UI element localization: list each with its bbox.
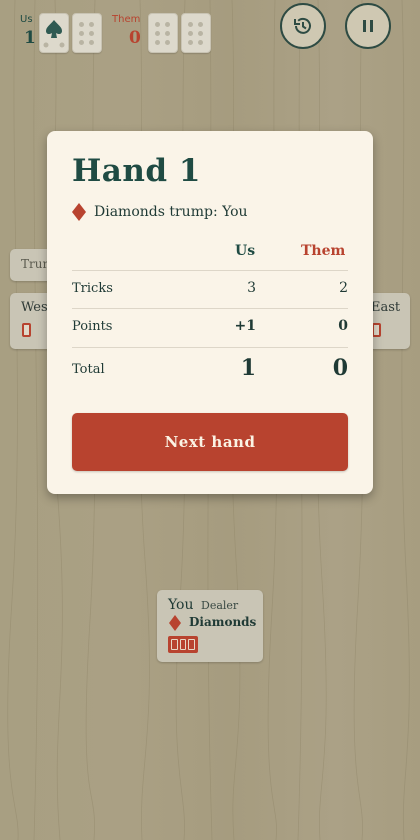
divider: [72, 308, 348, 309]
next-hand-button[interactable]: Next hand: [72, 413, 348, 471]
you-trump-suit: Diamonds: [189, 615, 257, 629]
column-header-us: Us: [235, 243, 256, 259]
total-them: 0: [332, 355, 348, 381]
hand-cards-icon: [168, 636, 198, 653]
history-button[interactable]: [280, 3, 326, 49]
dealer-badge: Dealer: [201, 599, 239, 612]
east-card-icon: [372, 323, 381, 337]
dialog-title: Hand 1: [72, 153, 201, 189]
points-them: 0: [338, 318, 348, 334]
you-seat-label: You: [168, 597, 194, 613]
them-trick-card-2: [181, 13, 211, 53]
us-score-value: 1: [24, 28, 36, 48]
tricks-them: 2: [339, 280, 348, 296]
west-card-icon: [22, 323, 31, 337]
diamond-icon: [72, 203, 86, 221]
trump-info: Diamonds trump: You: [72, 203, 248, 221]
pause-icon: [363, 20, 373, 32]
hand-summary-dialog: Hand 1 Diamonds trump: You Us Them Trick…: [47, 131, 373, 494]
us-trick-card-back: [72, 13, 102, 53]
tricks-us: 3: [247, 280, 256, 296]
them-score-value: 0: [129, 28, 141, 48]
column-header-them: Them: [301, 243, 346, 259]
divider: [72, 347, 348, 348]
us-trick-card: [39, 13, 69, 53]
total-us: 1: [240, 355, 256, 381]
them-trick-card: [148, 13, 178, 53]
them-score-label: Them: [112, 14, 141, 25]
row-label-total: Total: [72, 362, 105, 377]
trump-text: Diamonds trump: You: [94, 204, 248, 220]
points-us: +1: [234, 318, 256, 334]
us-score-label: Us: [20, 14, 33, 25]
you-seat: You Dealer Diamonds: [157, 590, 263, 662]
history-icon: [294, 17, 311, 34]
spade-icon: [43, 20, 65, 48]
row-label-tricks: Tricks: [72, 281, 113, 296]
divider: [72, 270, 348, 271]
diamond-icon: [169, 615, 181, 631]
row-label-points: Points: [72, 319, 113, 334]
pause-button[interactable]: [345, 3, 391, 49]
east-seat-label: East: [371, 300, 401, 315]
